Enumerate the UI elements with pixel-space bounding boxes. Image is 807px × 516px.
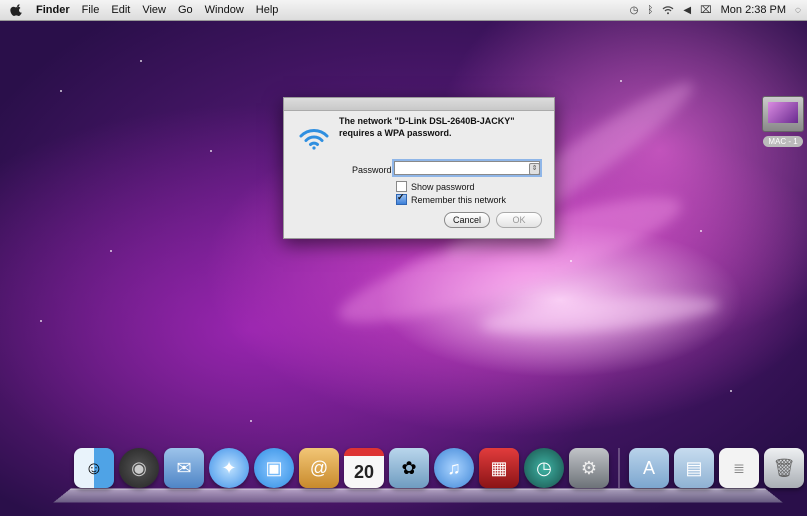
wifi-password-dialog: The network "D-Link DSL-2640B-JACKY" req… — [283, 97, 555, 239]
remember-network-box[interactable] — [396, 192, 407, 205]
star — [60, 90, 62, 92]
ical-date: 20 — [353, 461, 375, 482]
star — [140, 60, 142, 62]
star — [250, 420, 252, 422]
star — [210, 150, 212, 152]
wifi-icon — [299, 129, 329, 150]
battery-menu-icon[interactable]: ⌧ — [700, 5, 712, 16]
desktop-wallpaper — [0, 0, 807, 516]
bluetooth-menu-icon[interactable]: ᛒ — [647, 5, 653, 16]
star — [110, 250, 112, 252]
menu-go[interactable]: Go — [178, 4, 193, 16]
desktop-drive[interactable]: MAC - 1 — [761, 96, 805, 147]
remember-network-checkbox[interactable]: Remember this network — [396, 192, 507, 205]
cancel-button[interactable]: Cancel — [444, 212, 490, 228]
documents-folder-icon[interactable]: ▤ — [674, 448, 714, 488]
itunes-icon[interactable]: ♫ — [434, 448, 474, 488]
keychain-icon[interactable]: ⇕ — [529, 163, 540, 175]
wifi-menu-icon[interactable] — [662, 5, 674, 15]
menu-clock[interactable]: Mon 2:38 PM — [721, 4, 786, 16]
menu-bar: Finder File Edit View Go Window Help ◷ ᛒ… — [0, 0, 807, 21]
star — [700, 230, 702, 232]
menu-window[interactable]: Window — [205, 4, 244, 16]
menu-help[interactable]: Help — [256, 4, 279, 16]
ichat-icon[interactable]: ▣ — [254, 448, 294, 488]
star — [730, 390, 732, 392]
iphoto-icon[interactable]: ✿ — [389, 448, 429, 488]
menu-view[interactable]: View — [142, 4, 166, 16]
show-password-box[interactable] — [396, 181, 407, 192]
show-password-label: Show password — [411, 181, 475, 192]
safari-icon[interactable]: ✦ — [209, 448, 249, 488]
volume-menu-icon[interactable]: ◀ — [683, 5, 691, 16]
remember-network-label: Remember this network — [411, 194, 507, 205]
menu-extras: ◷ ᛒ ◀ ⌧ Mon 2:38 PM ◌ — [630, 0, 801, 20]
applications-folder-icon[interactable]: A — [629, 448, 669, 488]
star — [40, 320, 42, 322]
star — [570, 260, 572, 262]
dock-shelf — [53, 488, 783, 503]
document-icon[interactable]: ≣ — [719, 448, 759, 488]
finder-icon[interactable]: ☺ — [74, 448, 114, 488]
drive-label: MAC - 1 — [763, 136, 803, 147]
system-preferences-icon[interactable]: ⚙ — [569, 448, 609, 488]
dock: ☺ ◉ ✉ ✦ ▣ @ 20 ✿ ♫ ▦ ◷ ⚙ A ▤ ≣ 🗑 — [74, 440, 804, 488]
star — [620, 80, 622, 82]
password-input[interactable] — [394, 161, 540, 175]
ical-icon[interactable]: 20 — [344, 448, 384, 488]
mail-icon[interactable]: ✉ — [164, 448, 204, 488]
photo-booth-icon[interactable]: ▦ — [479, 448, 519, 488]
dialog-titlebar[interactable] — [284, 98, 554, 111]
dialog-message: The network "D-Link DSL-2640B-JACKY" req… — [339, 116, 515, 138]
ok-button[interactable]: OK — [496, 212, 542, 228]
spotlight-icon[interactable]: ◌ — [795, 5, 801, 16]
hard-drive-icon — [762, 96, 804, 132]
menu-finder[interactable]: Finder — [36, 4, 70, 16]
show-password-checkbox[interactable]: Show password — [396, 181, 475, 192]
wallpaper-streak — [479, 289, 721, 341]
password-label: Password: — [351, 165, 394, 175]
apple-menu-icon[interactable] — [10, 3, 24, 17]
trash-icon[interactable]: 🗑 — [764, 448, 804, 488]
dashboard-icon[interactable]: ◉ — [119, 448, 159, 488]
address-book-icon[interactable]: @ — [299, 448, 339, 488]
time-machine-icon[interactable]: ◷ — [524, 448, 564, 488]
menu-edit[interactable]: Edit — [111, 4, 130, 16]
dock-separator — [618, 448, 620, 488]
time-machine-menu-icon[interactable]: ◷ — [630, 5, 639, 16]
menu-file[interactable]: File — [82, 4, 100, 16]
